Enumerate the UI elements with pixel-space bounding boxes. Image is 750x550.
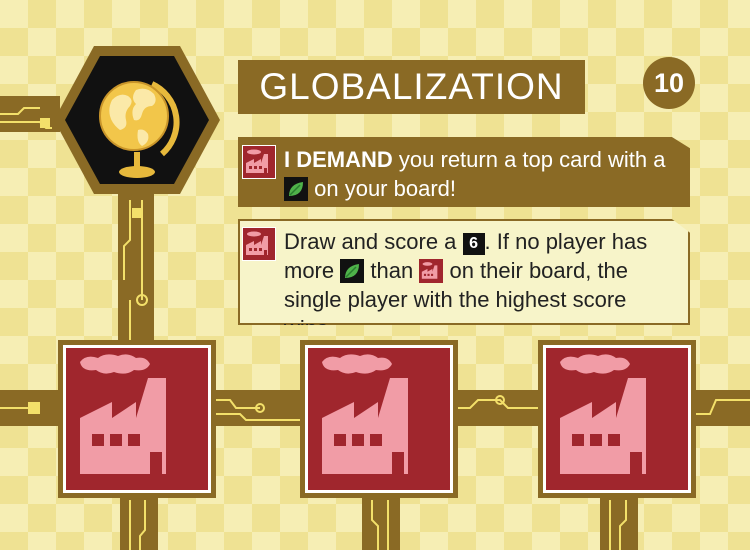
demand-text-before: you return a top card with a: [398, 147, 666, 172]
factory-tile-3: [538, 340, 696, 498]
globe-icon: [54, 46, 220, 194]
age-badge: 10: [643, 57, 695, 109]
demand-keyword: I DEMAND: [284, 147, 393, 172]
coop-text-3: than: [370, 258, 414, 283]
factory-icon: [80, 354, 166, 474]
factory-icon: [322, 354, 408, 474]
factory-icon: [242, 227, 276, 261]
age-6-icon: 6: [462, 233, 485, 255]
leaf-icon: [284, 177, 308, 201]
card-title: GLOBALIZATION: [238, 60, 585, 114]
demand-text: I DEMAND you return a top card with a on…: [284, 145, 680, 203]
factory-icon: [419, 259, 444, 283]
cooperative-dogma[interactable]: Draw and score a 6. If no player has mor…: [238, 219, 690, 325]
demand-text-after: on your board!: [314, 176, 456, 201]
factory-tile-2: [300, 340, 458, 498]
coop-text-1: Draw and score a: [284, 229, 457, 254]
factory-icon: [560, 354, 646, 474]
leaf-icon: [340, 259, 365, 283]
factory-tile-1: [58, 340, 216, 498]
demand-dogma[interactable]: I DEMAND you return a top card with a on…: [238, 137, 690, 207]
globalization-card[interactable]: GLOBALIZATION 10 I DEMAND you return a t…: [0, 0, 750, 550]
factory-icon: [242, 145, 276, 179]
